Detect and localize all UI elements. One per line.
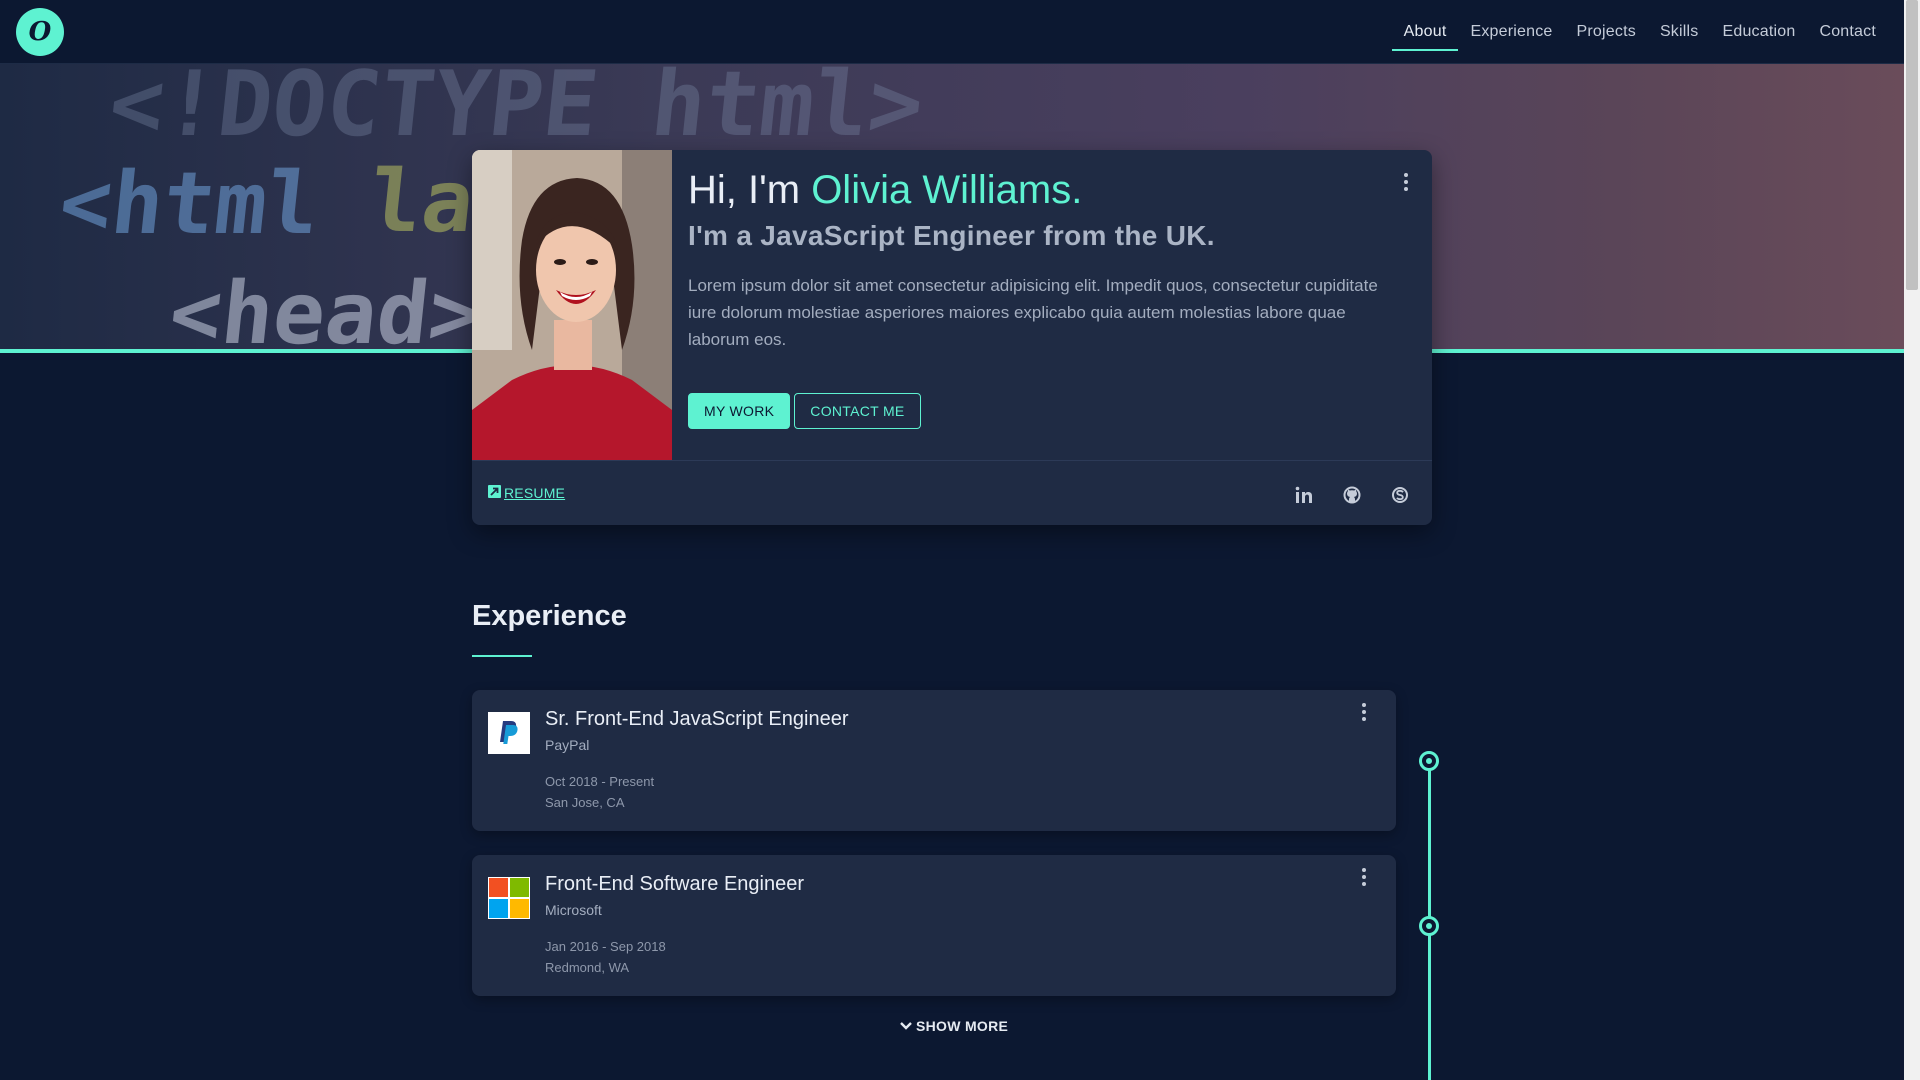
timeline-marker-icon	[1419, 751, 1439, 771]
linkedin-icon[interactable]	[1288, 479, 1320, 511]
hero-actions: MY WORK CONTACT ME	[688, 393, 1408, 429]
experience-heading: Experience	[472, 600, 627, 632]
job-location: Redmond, WA	[545, 960, 630, 975]
job-title: Sr. Front-End JavaScript Engineer	[545, 708, 849, 730]
main-nav: About Experience Projects Skills Educati…	[1391, 0, 1888, 64]
hero-name: Olivia Williams.	[811, 168, 1083, 212]
job-title: Front-End Software Engineer	[545, 873, 805, 895]
profile-menu-icon[interactable]	[1396, 170, 1416, 194]
bg-code-html: <html	[54, 154, 325, 254]
job-dates: Oct 2018 - Present	[545, 774, 655, 789]
job-menu-icon[interactable]	[1354, 865, 1374, 889]
resume-link[interactable]: RESUME	[488, 485, 565, 501]
top-navbar: O About Experience Projects Skills Educa…	[0, 0, 1904, 64]
nav-link-contact[interactable]: Contact	[1807, 17, 1888, 47]
nav-link-projects[interactable]: Projects	[1565, 17, 1648, 47]
nav-link-skills[interactable]: Skills	[1648, 17, 1711, 47]
page-scrollbar[interactable]	[1904, 0, 1920, 1080]
profile-card-footer: RESUME	[472, 460, 1432, 525]
job-company: PayPal	[545, 737, 590, 753]
site-logo[interactable]: O	[16, 8, 64, 56]
scrollbar-thumb[interactable]	[1906, 0, 1918, 290]
show-more-label: SHOW MORE	[916, 1018, 1009, 1034]
chevron-down-icon	[900, 1018, 912, 1034]
profile-card: Hi, I'm Olivia Williams. I'm a JavaScrip…	[472, 150, 1432, 525]
timeline-marker-icon	[1419, 916, 1439, 936]
social-links	[1288, 479, 1416, 511]
nav-link-about[interactable]: About	[1391, 17, 1459, 51]
github-icon[interactable]	[1336, 479, 1368, 511]
hero-bio: Lorem ipsum dolor sit amet consectetur a…	[688, 276, 1378, 349]
microsoft-logo	[488, 877, 530, 919]
hero-heading: Hi, I'm Olivia Williams.	[688, 166, 1408, 214]
job-location: San Jose, CA	[545, 795, 625, 810]
external-link-icon	[488, 485, 501, 501]
job-card: Sr. Front-End JavaScript Engineer PayPal…	[472, 690, 1396, 831]
my-work-button[interactable]: MY WORK	[688, 393, 791, 429]
profile-intro: Hi, I'm Olivia Williams. I'm a JavaScrip…	[688, 166, 1408, 429]
resume-label: RESUME	[504, 485, 566, 501]
job-card: Front-End Software Engineer Microsoft Ja…	[472, 855, 1396, 996]
show-more-button[interactable]: SHOW MORE	[900, 1018, 1008, 1034]
job-company: Microsoft	[545, 902, 602, 918]
job-menu-icon[interactable]	[1354, 700, 1374, 724]
nav-link-experience[interactable]: Experience	[1458, 17, 1564, 47]
hero-greeting: Hi, I'm	[688, 168, 812, 212]
hero-subtitle: I'm a JavaScript Engineer from the UK.	[688, 220, 1215, 251]
profile-photo	[472, 150, 672, 460]
paypal-logo	[488, 712, 530, 754]
nav-link-education[interactable]: Education	[1710, 17, 1807, 47]
bg-code-doctype: <!DOCTYPE html>	[104, 64, 929, 157]
contact-me-button[interactable]: CONTACT ME	[794, 393, 921, 429]
experience-heading-underline	[472, 655, 532, 657]
bg-code-head: <head>	[164, 264, 486, 351]
job-dates: Jan 2016 - Sep 2018	[545, 939, 666, 954]
skype-icon[interactable]	[1384, 479, 1416, 511]
